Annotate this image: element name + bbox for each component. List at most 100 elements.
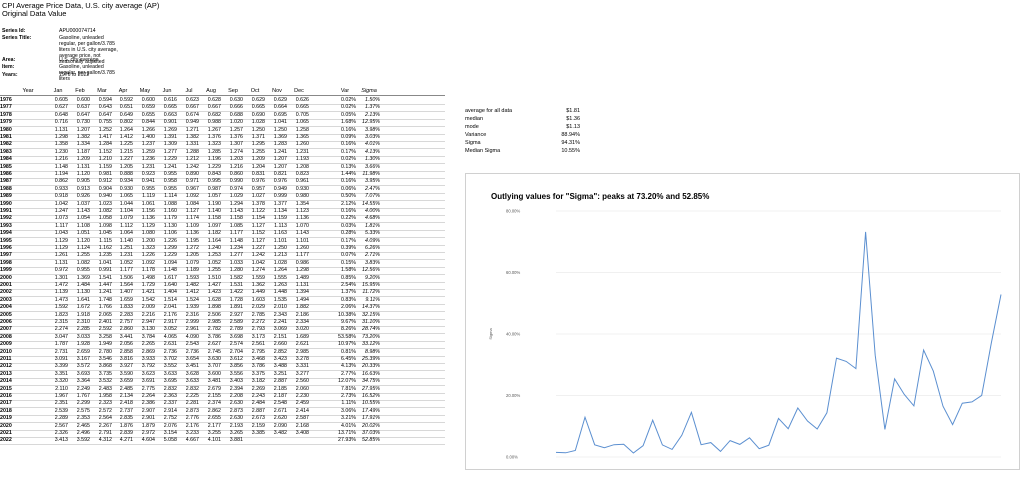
price-cell: 2.310 xyxy=(76,319,90,325)
price-cell: 0.926 xyxy=(76,193,90,200)
var-cell: 1.11% xyxy=(341,400,356,407)
price-cell: 0.955 xyxy=(163,171,177,177)
table-row: 1979 0.716 0.730 0.755 0.802 0.844 0.901 0.949 0… xyxy=(0,119,445,128)
price-cell: 1.407 xyxy=(119,289,133,296)
table-row: 2002 1.139 1.130 1.241 1.407 1.421 1.404 1.412 1… xyxy=(0,289,445,298)
price-cell: 1.065 xyxy=(295,119,309,126)
price-cell: 1.178 xyxy=(141,267,155,274)
price-cell: 0.628 xyxy=(207,97,221,103)
price-cell: 1.241 xyxy=(98,289,112,296)
price-cell: 2.745 xyxy=(207,348,221,355)
price-cell: 2.187 xyxy=(273,393,287,399)
price-cell: 1.234 xyxy=(229,245,243,251)
price-cell: 1.082 xyxy=(76,259,90,266)
price-cell: 0.663 xyxy=(163,111,177,118)
price-cell: 1.113 xyxy=(274,222,287,229)
price-cell: 3.786 xyxy=(251,363,265,370)
sigma-chart[interactable]: Outlying values for "Sigma": peaks at 73… xyxy=(465,173,1020,470)
price-cell: 1.958 xyxy=(98,393,112,399)
price-cell: 1.229 xyxy=(163,156,177,163)
price-cell: 0.594 xyxy=(98,97,112,103)
price-cell: 1.423 xyxy=(207,289,221,296)
price-cell: 1.242 xyxy=(251,252,265,259)
stat-label: average for all data xyxy=(465,108,513,114)
price-cell: 3.331 xyxy=(295,363,309,370)
var-cell: 0.16% xyxy=(340,208,356,214)
price-cell: 1.301 xyxy=(54,274,68,281)
stat-value: $1.13 xyxy=(566,124,580,130)
price-cell: 2.283 xyxy=(119,311,133,318)
price-cell: 0.904 xyxy=(98,185,112,192)
var-cell: 0.22% xyxy=(340,215,356,222)
column-header: Sep xyxy=(228,88,238,94)
y-tick-label: 60.00% xyxy=(506,270,520,275)
year-cell: 1986 xyxy=(0,171,12,177)
price-cell: 1.263 xyxy=(273,282,287,288)
year-cell: 1976 xyxy=(0,97,12,103)
price-cell: 1.207 xyxy=(273,163,287,170)
price-cell: 1.097 xyxy=(207,222,221,229)
price-cell: 1.196 xyxy=(207,156,221,163)
price-cell: 0.802 xyxy=(119,119,133,126)
year-cell: 2014 xyxy=(0,378,12,385)
price-cell: 1.136 xyxy=(295,215,309,222)
year-cell: 2013 xyxy=(0,370,12,377)
price-cell: 0.823 xyxy=(295,171,309,177)
price-cell: 3.413 xyxy=(54,437,68,444)
price-cell: 1.787 xyxy=(54,341,68,348)
price-cell: 2.177 xyxy=(207,422,221,429)
price-cell: 3.691 xyxy=(141,378,155,385)
var-cell: 3.06% xyxy=(340,407,356,414)
year-cell: 2009 xyxy=(0,341,12,348)
price-cell: 1.524 xyxy=(185,296,199,303)
price-cell: 2.592 xyxy=(98,326,112,333)
price-cell: 3.695 xyxy=(163,378,177,385)
var-cell: 0.06% xyxy=(340,185,356,192)
price-cell: 0.976 xyxy=(273,178,287,185)
price-cell: 3.277 xyxy=(295,370,309,377)
stat-label: Variance xyxy=(465,132,487,138)
price-cell: 1.253 xyxy=(207,252,221,259)
price-cell: 1.257 xyxy=(229,126,243,133)
table-row: 2008 3.047 3.033 3.258 3.441 3.784 4.065 4.090 3… xyxy=(0,333,445,342)
price-cell: 1.200 xyxy=(141,237,155,244)
year-cell: 2018 xyxy=(0,407,12,414)
price-cell: 1.027 xyxy=(251,193,265,200)
price-cell: 2.483 xyxy=(98,385,112,392)
price-cell: 0.860 xyxy=(229,171,243,177)
price-cell: 1.054 xyxy=(76,215,90,222)
year-cell: 2021 xyxy=(0,430,12,436)
price-cell: 1.092 xyxy=(141,259,155,266)
price-cell: 1.112 xyxy=(120,222,133,229)
price-cell: 1.255 xyxy=(207,267,221,274)
price-cell: 2.901 xyxy=(141,415,155,422)
price-cell: 1.617 xyxy=(163,274,177,281)
stat-label: Sigma xyxy=(465,140,481,146)
price-cell: 1.065 xyxy=(119,193,133,200)
price-cell: 1.127 xyxy=(251,237,265,244)
price-cell: 2.009 xyxy=(141,304,155,311)
var-cell: 0.39% xyxy=(340,245,356,251)
price-cell: 3.399 xyxy=(54,363,68,370)
price-cell: 2.757 xyxy=(119,319,133,325)
price-cell: 0.974 xyxy=(229,185,243,192)
year-cell: 1997 xyxy=(0,252,12,259)
price-cell: 2.110 xyxy=(55,385,68,392)
price-cell: 1.028 xyxy=(273,259,287,266)
var-cell: 1.58% xyxy=(340,267,356,274)
price-cell: 0.623 xyxy=(185,97,199,103)
sigma-cell: 3.83% xyxy=(364,259,380,266)
table-row: 2001 1.472 1.484 1.447 1.564 1.729 1.640 1.482 1… xyxy=(0,282,445,290)
price-cell: 1.193 xyxy=(295,156,309,163)
price-cell: 1.391 xyxy=(163,134,177,140)
sigma-cell: 14.55% xyxy=(362,200,380,207)
sigma-cell: 4.01% xyxy=(364,141,380,148)
price-cell: 4.090 xyxy=(185,333,199,340)
price-cell: 2.574 xyxy=(229,341,243,348)
var-cell: 3.21% xyxy=(340,415,356,422)
meta-label: Years: xyxy=(2,72,18,78)
table-row: 1991 1.247 1.143 1.082 1.104 1.156 1.160 1.127 1… xyxy=(0,208,445,216)
price-cell: 2.587 xyxy=(295,415,309,422)
price-cell: 1.251 xyxy=(119,245,133,251)
price-cell: 1.120 xyxy=(76,237,90,244)
